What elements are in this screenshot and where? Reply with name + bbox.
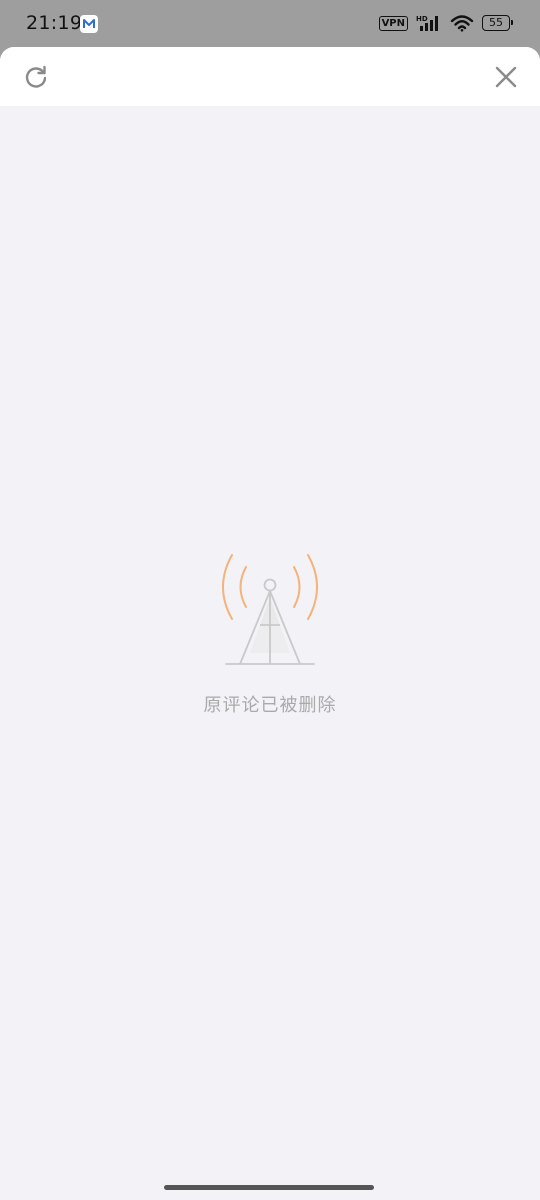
signal-tower-icon [222, 554, 318, 665]
hd-label: HD [416, 15, 428, 23]
refresh-icon [25, 65, 47, 88]
refresh-button[interactable] [20, 61, 52, 93]
status-bar: 21:19 VPN HD 55 [0, 0, 540, 48]
mail-app-icon [80, 15, 98, 33]
empty-state-message: 原评论已被删除 [203, 695, 337, 716]
signal-icon: HD [416, 15, 438, 31]
status-time: 21:19 [26, 12, 83, 34]
status-icons: VPN HD 55 [378, 14, 513, 32]
sheet-header [0, 47, 540, 106]
close-button[interactable] [490, 61, 522, 93]
vpn-icon: VPN [378, 15, 408, 31]
close-icon [495, 66, 517, 88]
home-indicator[interactable] [164, 1185, 374, 1190]
battery-icon: 55 [482, 15, 513, 31]
wifi-icon [450, 15, 474, 32]
bottom-sheet: 原评论已被删除 [0, 47, 540, 1200]
empty-state: 原评论已被删除 [0, 547, 540, 717]
